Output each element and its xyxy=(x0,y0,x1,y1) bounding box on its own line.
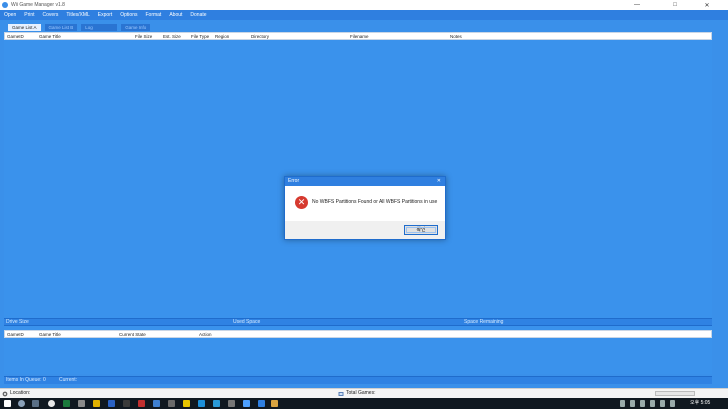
menu-covers[interactable]: Covers xyxy=(43,12,59,18)
dialog-close-button[interactable]: ✕ xyxy=(437,177,441,186)
app-icon-11[interactable] xyxy=(258,400,265,407)
windows-start-icon[interactable] xyxy=(4,400,11,407)
menu-bar: Open Print Covers Titles/XML Export Opti… xyxy=(0,10,728,20)
column-region[interactable]: Region xyxy=(215,33,229,40)
tray-icon-2[interactable] xyxy=(630,400,635,407)
app-icon-10[interactable] xyxy=(228,400,235,407)
queue-status-bar: Items In Queue: 0 Current: xyxy=(4,376,712,384)
queue-column-game-title[interactable]: Game Title xyxy=(39,331,61,338)
location-label: Location: xyxy=(10,390,31,396)
dialog-titlebar: Error ✕ xyxy=(285,177,445,186)
location-status: Location: xyxy=(2,389,30,398)
space-remaining-label: Space Remaining xyxy=(464,319,504,325)
status-bar: Location: Total Games: xyxy=(0,388,728,398)
excel-icon[interactable] xyxy=(63,400,70,407)
tray-icon-3[interactable] xyxy=(640,400,645,407)
drive-size-label: Drive Size xyxy=(6,319,29,325)
wii-game-manager-taskbar-icon[interactable] xyxy=(243,400,250,407)
items-in-queue: Items In Queue: 0 xyxy=(6,377,46,383)
tab-game-info[interactable]: Game Info xyxy=(121,24,151,31)
games-icon xyxy=(338,391,344,397)
tab-game-list-a[interactable]: Game List A xyxy=(8,24,41,31)
tab-strip: Game List A Game List B Log Game Info xyxy=(8,24,154,31)
progress-bar xyxy=(655,391,695,396)
column-gameid[interactable]: GameID xyxy=(7,33,24,40)
used-space-label: Used Space xyxy=(233,319,261,325)
file-explorer-icon[interactable] xyxy=(271,400,278,407)
column-file-size[interactable]: File Size xyxy=(135,33,152,40)
app-icon-9[interactable] xyxy=(213,400,220,407)
volume-icon[interactable] xyxy=(660,400,665,407)
menu-open[interactable]: Open xyxy=(4,12,16,18)
tray-icon-1[interactable] xyxy=(620,400,625,407)
column-est-size[interactable]: Est. Size xyxy=(163,33,181,40)
total-games-label: Total Games: xyxy=(346,390,376,396)
tray-icon-4[interactable] xyxy=(650,400,655,407)
app-icon-1[interactable] xyxy=(78,400,85,407)
app-icon-6[interactable] xyxy=(168,400,175,407)
close-button[interactable]: ✕ xyxy=(694,0,720,10)
menu-print[interactable]: Print xyxy=(24,12,34,18)
queue-list[interactable] xyxy=(4,338,712,374)
minimize-button[interactable]: — xyxy=(624,0,650,10)
app-icon-4[interactable] xyxy=(138,400,145,407)
app-icon-2[interactable] xyxy=(93,400,100,407)
dialog-title: Error xyxy=(288,178,300,184)
dialog-message: No WBFS Partitions Found or All WBFS Par… xyxy=(312,199,438,205)
dialog-footer: 확인 xyxy=(285,221,445,239)
column-file-type[interactable]: File Type xyxy=(191,33,209,40)
tab-game-list-b[interactable]: Game List B xyxy=(44,24,78,31)
location-icon xyxy=(2,391,8,397)
current-label: Current: xyxy=(59,377,78,383)
total-games-status: Total Games: xyxy=(338,389,375,398)
column-directory[interactable]: Directory xyxy=(251,33,269,40)
queue-column-action[interactable]: Action xyxy=(199,331,212,338)
menu-options[interactable]: Options xyxy=(120,12,137,18)
window-title: Wii Game Manager v1.8 xyxy=(11,2,65,8)
taskbar-clock[interactable]: 오후 5:05 xyxy=(690,398,710,409)
maximize-button[interactable]: □ xyxy=(662,0,688,10)
app-icon xyxy=(2,2,8,8)
menu-about[interactable]: About xyxy=(169,12,182,18)
search-icon[interactable] xyxy=(18,400,25,407)
queue-column-current-state[interactable]: Current State xyxy=(119,331,146,338)
error-dialog: Error ✕ ✕ No WBFS Partitions Found or Al… xyxy=(284,176,446,240)
column-filename[interactable]: Filename xyxy=(350,33,369,40)
menu-donate[interactable]: Donate xyxy=(190,12,206,18)
chrome-icon[interactable] xyxy=(48,400,55,407)
windows-taskbar: 오후 5:05 xyxy=(0,398,728,409)
dialog-body: ✕ No WBFS Partitions Found or All WBFS P… xyxy=(285,186,445,221)
ok-button[interactable]: 확인 xyxy=(404,225,438,235)
app-icon-5[interactable] xyxy=(153,400,160,407)
app-icon-8[interactable] xyxy=(198,400,205,407)
network-icon[interactable] xyxy=(670,400,675,407)
column-game-title[interactable]: Game Title xyxy=(39,33,61,40)
app-icon-7[interactable] xyxy=(183,400,190,407)
task-view-icon[interactable] xyxy=(32,400,39,407)
app-icon-3[interactable] xyxy=(123,400,130,407)
error-x-icon: ✕ xyxy=(295,196,308,209)
queue-header: GameID Game Title Current State Action xyxy=(4,330,712,338)
drive-info-bar: Drive Size Used Space Space Remaining xyxy=(4,318,712,326)
menu-titles-xml[interactable]: Titles/XML xyxy=(66,12,89,18)
game-list-header: GameID Game Title File Size Est. Size Fi… xyxy=(4,32,712,40)
word-icon[interactable] xyxy=(108,400,115,407)
menu-export[interactable]: Export xyxy=(98,12,112,18)
column-notes[interactable]: Notes xyxy=(450,33,462,40)
menu-format[interactable]: Format xyxy=(145,12,161,18)
queue-column-gameid[interactable]: GameID xyxy=(7,331,24,338)
title-bar: Wii Game Manager v1.8 — □ ✕ xyxy=(0,0,728,10)
tab-log[interactable]: Log xyxy=(81,24,118,31)
